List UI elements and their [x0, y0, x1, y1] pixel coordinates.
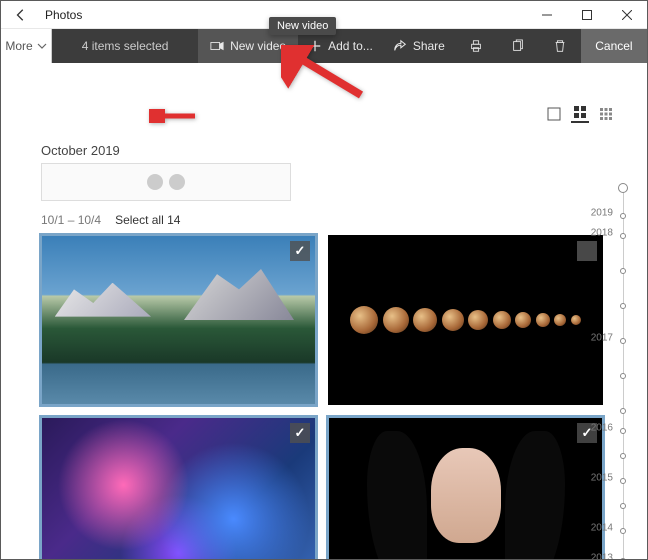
timeline-dot[interactable]	[620, 268, 626, 274]
annotation-arrow-2	[149, 109, 199, 128]
annotation-arrow-1	[281, 45, 371, 110]
year-timeline[interactable]: 2019 2018 2017 2016 2015 2014 2013 2000	[607, 183, 639, 559]
timeline-dot[interactable]	[620, 373, 626, 379]
minimize-button[interactable]	[527, 1, 567, 29]
close-icon	[622, 10, 632, 20]
portrait-decor	[431, 448, 501, 543]
photo-grid	[41, 235, 603, 559]
share-button[interactable]: Share	[383, 29, 455, 63]
copy-icon	[511, 39, 525, 53]
portrait-decor	[505, 431, 565, 559]
portrait-decor	[367, 431, 427, 559]
timeline-current-dot[interactable]	[618, 183, 628, 193]
grid-large-icon	[573, 105, 587, 119]
timeline-dot[interactable]	[620, 428, 626, 434]
view-grid-large-button[interactable]	[571, 105, 589, 123]
more-label: More	[5, 39, 32, 53]
timeline-year[interactable]: 2017	[591, 333, 613, 344]
share-label: Share	[413, 39, 445, 53]
trash-icon	[553, 39, 567, 53]
thumb-checkbox[interactable]	[290, 241, 310, 261]
photo-thumb[interactable]	[41, 417, 316, 559]
timeline-dot[interactable]	[620, 558, 626, 559]
delete-button[interactable]	[539, 29, 581, 63]
app-title: Photos	[45, 8, 82, 22]
timeline-year[interactable]: 2015	[591, 473, 613, 484]
copy-button[interactable]	[497, 29, 539, 63]
photo-thumb[interactable]	[328, 235, 603, 405]
chevron-down-icon	[37, 41, 47, 51]
maximize-icon	[582, 10, 592, 20]
thumb-checkbox[interactable]	[290, 423, 310, 443]
planets-decor	[350, 306, 581, 334]
maximize-button[interactable]	[567, 1, 607, 29]
back-arrow-icon	[14, 8, 28, 22]
timeline-year[interactable]: 2013	[591, 553, 613, 560]
mini-thumbnail-strip[interactable]	[41, 163, 291, 201]
print-icon	[469, 39, 483, 53]
timeline-year[interactable]: 2016	[591, 423, 613, 434]
view-select-checkbox[interactable]	[545, 105, 563, 123]
new-video-tooltip: New video	[269, 17, 336, 35]
timeline-year[interactable]: 2019	[591, 208, 613, 219]
timeline-dot[interactable]	[620, 478, 626, 484]
date-range-row: 10/1 – 10/4 Select all 14	[41, 213, 180, 227]
select-all-link[interactable]: Select all 14	[115, 213, 180, 227]
timeline-dot[interactable]	[620, 213, 626, 219]
print-button[interactable]	[455, 29, 497, 63]
section-month-title[interactable]: October 2019	[41, 143, 120, 158]
date-range-label: 10/1 – 10/4	[41, 213, 101, 227]
timeline-dot[interactable]	[620, 528, 626, 534]
timeline-dot[interactable]	[620, 503, 626, 509]
video-icon	[210, 39, 224, 53]
close-button[interactable]	[607, 1, 647, 29]
minimize-icon	[542, 10, 552, 20]
timeline-dot[interactable]	[620, 303, 626, 309]
timeline-dot[interactable]	[620, 453, 626, 459]
new-video-label: New video	[230, 39, 286, 53]
more-button[interactable]: More	[1, 29, 52, 63]
cancel-button[interactable]: Cancel	[581, 29, 647, 63]
back-button[interactable]	[1, 1, 41, 29]
timeline-dot[interactable]	[620, 233, 626, 239]
checkbox-empty-icon	[547, 107, 561, 121]
view-grid-small-button[interactable]	[597, 105, 615, 123]
mini-thumb-icon	[169, 174, 185, 190]
timeline-dot[interactable]	[620, 408, 626, 414]
timeline-year[interactable]: 2014	[591, 523, 613, 534]
mini-thumb-icon	[147, 174, 163, 190]
content-area: October 2019 10/1 – 10/4 Select all 14	[1, 63, 647, 559]
selection-count: 4 items selected	[52, 29, 198, 63]
cancel-label: Cancel	[595, 39, 632, 53]
photo-thumb[interactable]	[328, 417, 603, 559]
thumb-checkbox[interactable]	[577, 241, 597, 261]
timeline-dot[interactable]	[620, 338, 626, 344]
view-mode-controls	[545, 105, 615, 123]
grid-small-icon	[599, 107, 613, 121]
photo-thumb[interactable]	[41, 235, 316, 405]
window-controls	[527, 1, 647, 29]
share-icon	[393, 39, 407, 53]
timeline-year[interactable]: 2018	[591, 228, 613, 239]
